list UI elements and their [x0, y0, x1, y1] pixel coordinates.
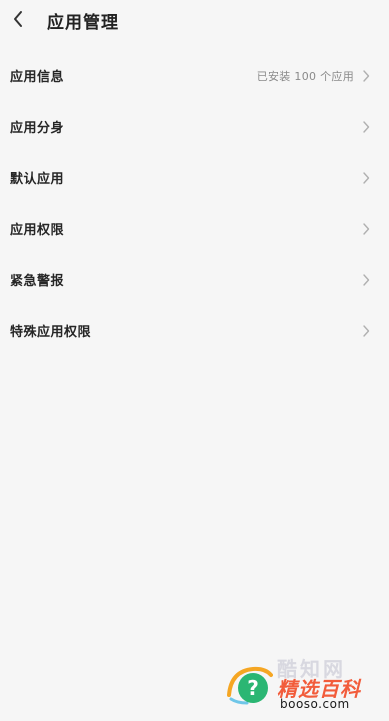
chevron-right-icon [361, 324, 371, 338]
settings-item-emergency-alerts[interactable]: 紧急警报 [0, 254, 389, 305]
settings-item-label: 应用信息 [10, 70, 65, 85]
chevron-left-icon [14, 11, 22, 27]
settings-item-label: 应用权限 [10, 223, 65, 238]
chevron-right-icon [361, 273, 371, 287]
svg-text:?: ? [247, 676, 259, 700]
top-bar: 应用管理 [0, 0, 389, 40]
watermark-logo: 酷知网 ? 精选百科 booso.com [225, 655, 375, 715]
settings-item-app-permissions[interactable]: 应用权限 [0, 203, 389, 254]
chevron-right-icon [361, 171, 371, 185]
settings-item-app-clone[interactable]: 应用分身 [0, 101, 389, 152]
settings-item-label: 应用分身 [10, 121, 65, 136]
settings-list: 应用信息 已安装 100 个应用 应用分身 默认应用 应用权限 紧急警报 特殊应… [0, 50, 389, 356]
settings-item-special-app-permissions[interactable]: 特殊应用权限 [0, 305, 389, 356]
settings-item-label: 特殊应用权限 [10, 325, 92, 340]
settings-item-label: 紧急警报 [10, 274, 65, 289]
page-title: 应用管理 [47, 13, 119, 33]
chevron-right-icon [361, 120, 371, 134]
watermark-url: booso.com [280, 697, 350, 711]
app-management-screen: 应用管理 应用信息 已安装 100 个应用 应用分身 默认应用 应用权限 紧急警… [0, 0, 389, 721]
chevron-right-icon [361, 222, 371, 236]
back-button[interactable] [4, 5, 32, 33]
installed-apps-count: 已安装 100 个应用 [256, 69, 354, 83]
chevron-right-icon [361, 69, 371, 83]
settings-item-default-apps[interactable]: 默认应用 [0, 152, 389, 203]
settings-item-app-info[interactable]: 应用信息 已安装 100 个应用 [0, 50, 389, 101]
question-mark-icon: ? [227, 666, 273, 705]
settings-item-label: 默认应用 [10, 172, 65, 187]
